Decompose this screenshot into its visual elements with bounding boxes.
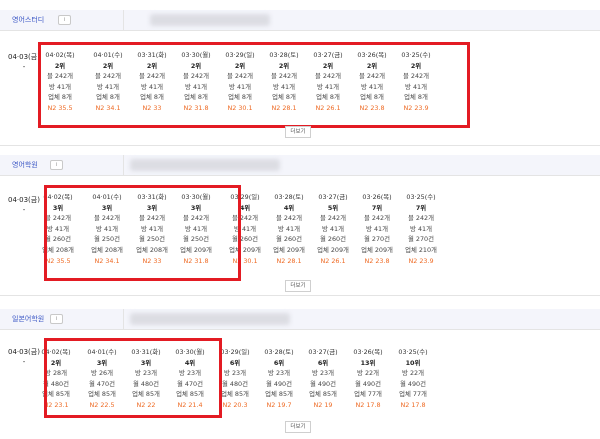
metric: 블 242개 bbox=[276, 214, 302, 223]
keyword-header: 영어학원 i bbox=[0, 155, 600, 176]
rank: 7위 bbox=[415, 203, 427, 212]
blurred-content bbox=[130, 313, 290, 325]
rank-history-column: 03·28(토) 6위방 23개 월 490건업체 85개 N2 19.7 bbox=[257, 347, 301, 411]
metric: 업체 85개 bbox=[265, 390, 293, 399]
rank-history-column: 03·26(목) 7위블 242개 방 41개월 270건 업체 209개 N2 23.… bbox=[355, 192, 399, 266]
metric: 업체 209개 bbox=[361, 245, 393, 254]
rank-history-column: 03·27(금) 5위블 242개 방 41개월 260건 업체 209개 N2 26.… bbox=[311, 192, 355, 266]
date: 03·27(금) bbox=[318, 193, 348, 201]
date: 03·26(목) bbox=[353, 348, 383, 356]
rank: 5위 bbox=[327, 203, 339, 212]
n2-score: N2 28.1 bbox=[276, 256, 302, 265]
keyword-label[interactable]: 영어학원 bbox=[12, 160, 38, 170]
today-value: - bbox=[22, 63, 26, 71]
n2-score: N2 17.8 bbox=[355, 400, 381, 409]
n2-score: N2 17.8 bbox=[400, 400, 426, 409]
n2-score: N2 19 bbox=[313, 400, 333, 409]
rank: 13위 bbox=[360, 358, 376, 367]
keyword-section-1: 영어학원 i 04·03(금) - 04·02(목) 3위 블 242개 방 41개 월… bbox=[0, 145, 600, 295]
keyword-label[interactable]: 영어스터디 bbox=[12, 15, 44, 25]
today-cell: 04·03(금) - bbox=[8, 52, 40, 71]
metric: 방 23개 bbox=[268, 369, 290, 378]
keyword-header: 일본어학원 i bbox=[0, 309, 600, 330]
info-badge-icon[interactable]: i bbox=[58, 15, 71, 25]
metric: 방 22개 bbox=[357, 369, 379, 378]
rank-history-column: 03·26(목) 13위방 22개 월 490건업체 77개 N2 17.8 bbox=[346, 347, 390, 411]
keyword-section-0: 영어스터디 i 04·03(금) - 04·02(목) 2위 블 242개 방 41개… bbox=[0, 0, 600, 145]
n2-score: N2 23.9 bbox=[408, 256, 434, 265]
date: 03·25(수) bbox=[406, 193, 436, 201]
blurred-content bbox=[130, 159, 280, 171]
rank-history-column: 03·28(토) 4위블 242개 방 41개월 260건 업체 209개 N2 28.… bbox=[267, 192, 311, 266]
metric: 업체 210개 bbox=[405, 245, 437, 254]
blurred-content bbox=[150, 14, 270, 26]
rank: 10위 bbox=[405, 358, 421, 367]
info-badge-icon[interactable]: i bbox=[50, 160, 63, 170]
metric: 월 490건 bbox=[400, 379, 426, 388]
today-date: 04·03(금) bbox=[8, 53, 40, 61]
keyword-label[interactable]: 일본어학원 bbox=[12, 314, 44, 324]
rank: 7위 bbox=[371, 203, 383, 212]
metric: 월 490건 bbox=[266, 379, 292, 388]
metric: 월 260건 bbox=[276, 235, 302, 244]
rank-history-column: 03·25(수) 7위블 242개 방 41개월 270건 업체 210개 N2 23.… bbox=[399, 192, 443, 266]
n2-score: N2 23.8 bbox=[364, 256, 390, 265]
metric: 업체 77개 bbox=[399, 390, 427, 399]
metric: 업체 77개 bbox=[354, 390, 382, 399]
n2-score: N2 19.7 bbox=[266, 400, 292, 409]
n2-score: N2 26.1 bbox=[320, 256, 346, 265]
metric: 방 41개 bbox=[366, 224, 388, 233]
metric: 블 242개 bbox=[408, 214, 434, 223]
metric: 월 270건 bbox=[364, 235, 390, 244]
date: 03·26(목) bbox=[362, 193, 392, 201]
date: 03·27(금) bbox=[308, 348, 338, 356]
metric: 방 41개 bbox=[322, 224, 344, 233]
keyword-header: 영어스터디 i bbox=[0, 10, 600, 31]
date: 03·28(토) bbox=[264, 348, 294, 356]
metric: 방 41개 bbox=[278, 224, 300, 233]
rank-history-column: 03·25(수) 10위방 22개 월 490건업체 77개 N2 17.8 bbox=[391, 347, 435, 411]
more-button[interactable]: 더보기 bbox=[285, 280, 311, 292]
metric: 방 41개 bbox=[410, 224, 432, 233]
rank: 6위 bbox=[317, 358, 329, 367]
metric: 블 242개 bbox=[320, 214, 346, 223]
highlight-box bbox=[44, 338, 222, 418]
metric: 업체 209개 bbox=[317, 245, 349, 254]
highlight-box bbox=[44, 185, 241, 281]
date: 03·25(수) bbox=[398, 348, 428, 356]
metric: 업체 85개 bbox=[309, 390, 337, 399]
metric: 방 23개 bbox=[312, 369, 334, 378]
date: 03·28(토) bbox=[274, 193, 304, 201]
metric: 월 490건 bbox=[310, 379, 336, 388]
keyword-section-2: 일본어학원 i 04·03(금) - 04·02(목) 2위 방 28개 월 480건… bbox=[0, 295, 600, 439]
rank: 6위 bbox=[273, 358, 285, 367]
metric: 방 22개 bbox=[402, 369, 424, 378]
metric: 월 260건 bbox=[320, 235, 346, 244]
metric: 월 490건 bbox=[355, 379, 381, 388]
highlight-box bbox=[38, 42, 470, 128]
info-badge-icon[interactable]: i bbox=[50, 314, 63, 324]
metric: 업체 209개 bbox=[273, 245, 305, 254]
more-button[interactable]: 더보기 bbox=[285, 126, 311, 138]
metric: 월 270건 bbox=[408, 235, 434, 244]
rank: 4위 bbox=[283, 203, 295, 212]
more-button[interactable]: 더보기 bbox=[285, 421, 311, 433]
rank-history-column: 03·27(금) 6위방 23개 월 490건업체 85개 N2 19 bbox=[301, 347, 345, 411]
metric: 블 242개 bbox=[364, 214, 390, 223]
